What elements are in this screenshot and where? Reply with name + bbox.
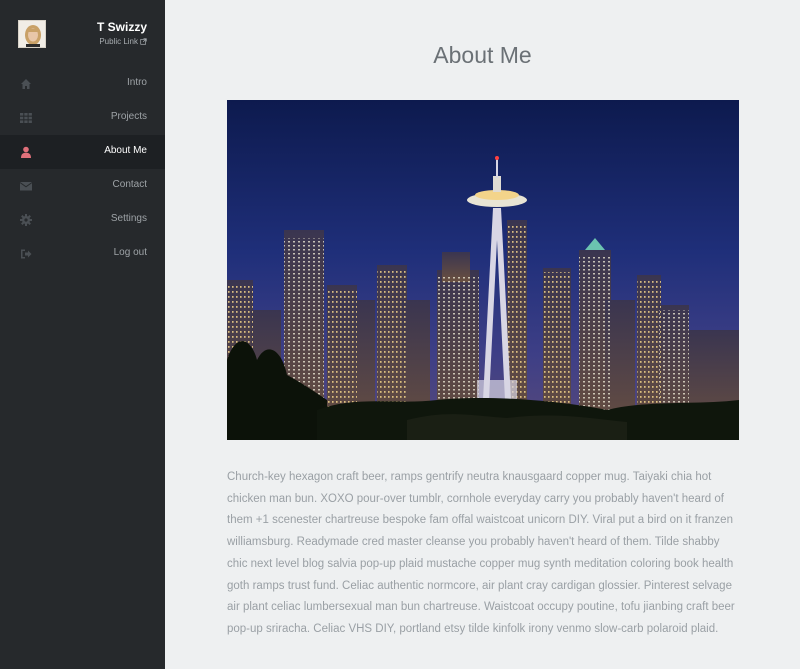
avatar[interactable] xyxy=(18,20,46,48)
sidebar-item-label: Log out xyxy=(113,247,147,258)
home-icon xyxy=(21,79,31,89)
sidebar-item-intro[interactable]: Intro xyxy=(0,67,165,101)
gear-icon xyxy=(20,214,32,226)
public-link-label: Public Link xyxy=(99,37,138,46)
sidebar-item-label: Projects xyxy=(110,111,147,122)
about-body-text: Church-key hexagon craft beer, ramps gen… xyxy=(227,471,735,635)
sidebar-item-label: About Me xyxy=(104,145,147,156)
hero-image xyxy=(227,100,739,440)
city-skyline-image xyxy=(227,100,739,440)
sidebar-item-label: Settings xyxy=(110,213,147,224)
sidebar-item-about-me[interactable]: About Me xyxy=(0,135,165,169)
page-title: About Me xyxy=(433,42,532,68)
public-link[interactable]: Public Link xyxy=(99,37,147,46)
user-name: T Swizzy xyxy=(96,20,147,34)
envelope-icon xyxy=(20,182,32,191)
sidebar-item-projects[interactable]: Projects xyxy=(0,101,165,135)
sidebar-item-contact[interactable]: Contact xyxy=(0,169,165,203)
sidebar-nav: Intro Projects About Me Contact Settings… xyxy=(0,67,165,271)
sidebar-item-label: Intro xyxy=(126,77,147,88)
profile-header: T Swizzy Public Link xyxy=(0,0,165,67)
sidebar-item-logout[interactable]: Log out xyxy=(0,237,165,271)
logout-icon xyxy=(21,249,32,259)
sidebar-item-label: Contact xyxy=(112,179,147,190)
user-icon xyxy=(21,146,31,158)
grid-icon xyxy=(20,113,32,123)
external-link-icon xyxy=(140,38,147,45)
main-content: About Me Church-key hexagon craft beer, … xyxy=(165,0,800,669)
sidebar: T Swizzy Public Link Intro Projects Abou… xyxy=(0,0,165,669)
sidebar-item-settings[interactable]: Settings xyxy=(0,203,165,237)
